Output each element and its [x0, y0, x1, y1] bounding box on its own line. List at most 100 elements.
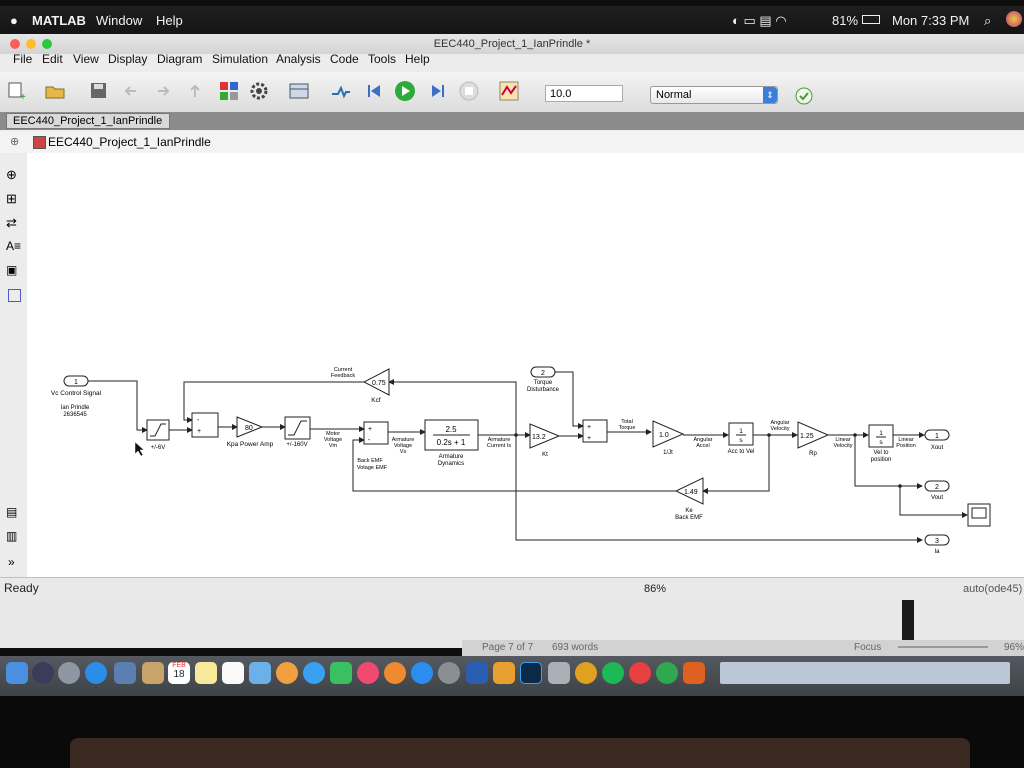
- step-back-icon[interactable]: [364, 80, 386, 102]
- word-icon[interactable]: [466, 662, 488, 684]
- system-preferences-icon[interactable]: [438, 662, 460, 684]
- reminders-icon[interactable]: [222, 662, 244, 684]
- zoom-window-button[interactable]: [42, 39, 52, 49]
- area-icon[interactable]: [8, 289, 21, 302]
- stop-time-input[interactable]: 10.0: [545, 85, 623, 102]
- status-icons[interactable]: ◐ ▭ ▤ ◠: [732, 13, 787, 29]
- notes-icon[interactable]: [195, 662, 217, 684]
- checkmark-status-icon[interactable]: [794, 86, 816, 108]
- forward-arrow-icon[interactable]: [152, 80, 174, 102]
- menu-diagram[interactable]: Diagram: [157, 52, 202, 66]
- int2-numerator: 1: [879, 430, 883, 437]
- fit-to-view-icon[interactable]: ⊞: [6, 191, 17, 207]
- tab-model[interactable]: EEC440_Project_1_IanPrindle: [6, 113, 170, 129]
- photoshop-icon[interactable]: [520, 662, 542, 684]
- model-explorer-icon[interactable]: [288, 80, 310, 102]
- photos-icon[interactable]: [276, 662, 298, 684]
- save-icon[interactable]: [88, 80, 110, 102]
- close-window-button[interactable]: [10, 39, 20, 49]
- outport-2-number: 2: [935, 484, 939, 491]
- expand-icon[interactable]: »: [8, 555, 15, 569]
- breadcrumb-model[interactable]: EEC440_Project_1_IanPrindle: [48, 135, 211, 149]
- up-arrow-icon[interactable]: [184, 80, 206, 102]
- app-icon[interactable]: [629, 662, 651, 684]
- minimize-window-button[interactable]: [26, 39, 36, 49]
- siri-dock-icon[interactable]: [32, 662, 54, 684]
- facetime-icon[interactable]: [330, 662, 352, 684]
- status-solver[interactable]: auto(ode45): [963, 583, 1022, 595]
- simulation-mode-select[interactable]: Normal ⇕: [650, 86, 778, 104]
- menu-simulation[interactable]: Simulation: [212, 52, 268, 66]
- open-folder-icon[interactable]: [44, 80, 66, 102]
- menu-file[interactable]: File: [13, 52, 32, 66]
- word-zoom: 96%: [1004, 642, 1024, 653]
- ibooks-icon[interactable]: [384, 662, 406, 684]
- image-icon[interactable]: ▣: [6, 263, 17, 277]
- itunes-icon[interactable]: [357, 662, 379, 684]
- run-simulation-button[interactable]: [394, 80, 416, 102]
- mouse-pointer-icon: [134, 441, 145, 457]
- step-forward-icon[interactable]: [426, 80, 448, 102]
- contacts-icon[interactable]: [142, 662, 164, 684]
- pages-icon[interactable]: [493, 662, 515, 684]
- new-model-icon[interactable]: +: [6, 80, 28, 103]
- spotify-icon[interactable]: [602, 662, 624, 684]
- app-menu-matlab[interactable]: MATLAB: [32, 13, 86, 28]
- minimized-windows[interactable]: [720, 662, 1010, 684]
- word-zoom-slider[interactable]: [898, 646, 988, 648]
- label-vm: Vm: [329, 443, 338, 449]
- menu-display[interactable]: Display: [108, 52, 147, 66]
- label-feedback: Feedback: [331, 373, 355, 379]
- safari-icon[interactable]: [85, 662, 107, 684]
- messages-icon[interactable]: [303, 662, 325, 684]
- spotlight-search-icon[interactable]: ⌕: [984, 13, 991, 29]
- int2-label-1: Vel to: [873, 450, 889, 456]
- calendar-icon[interactable]: FEB 18: [168, 662, 190, 684]
- menu-view[interactable]: View: [73, 52, 99, 66]
- gain-kcf-value: 0.75: [372, 380, 386, 387]
- sum-feedback-block: [191, 412, 219, 438]
- tf-label-dynamics: Dynamics: [438, 461, 464, 467]
- menu-code[interactable]: Code: [330, 52, 359, 66]
- annotation-icon[interactable]: A≡: [6, 239, 21, 253]
- menu-help-simulink[interactable]: Help: [405, 52, 430, 66]
- menu-window[interactable]: Window: [96, 13, 142, 28]
- menu-tools[interactable]: Tools: [368, 52, 396, 66]
- battery-icon[interactable]: [862, 15, 880, 24]
- model-canvas[interactable]: 1 Vc Control Signal Ian Prindle 2636545 …: [27, 153, 1024, 577]
- word-focus[interactable]: Focus: [854, 642, 881, 653]
- signal-builder-icon[interactable]: [330, 80, 352, 102]
- gain-ke-value: 1.49: [684, 489, 698, 496]
- menu-analysis[interactable]: Analysis: [276, 52, 321, 66]
- stop-simulation-button[interactable]: [458, 80, 480, 102]
- matlab-icon[interactable]: [683, 662, 705, 684]
- siri-icon[interactable]: [1006, 11, 1022, 27]
- arrow-icon[interactable]: ⇄: [6, 215, 17, 231]
- finder-icon[interactable]: [6, 662, 28, 684]
- inport-1-label: Vc Control Signal: [51, 390, 102, 397]
- apple-icon[interactable]: ●: [10, 13, 18, 28]
- battery-percent[interactable]: 81%: [832, 13, 858, 28]
- preview-icon[interactable]: [548, 662, 570, 684]
- mail-icon[interactable]: [114, 662, 136, 684]
- app-store-icon[interactable]: [411, 662, 433, 684]
- gain-kcf-label: Kcf: [371, 397, 381, 404]
- block-diagram: 1 Vc Control Signal Ian Prindle 2636545 …: [51, 366, 991, 555]
- maps-icon[interactable]: [249, 662, 271, 684]
- menu-help[interactable]: Help: [156, 13, 183, 28]
- inport-2-number: 2: [541, 370, 545, 377]
- library-browser-icon[interactable]: [218, 80, 240, 102]
- clock[interactable]: Mon 7:33 PM: [892, 13, 969, 28]
- zoom-icon[interactable]: ⊕: [6, 167, 17, 183]
- gain-inv-jt-label: 1/Jt: [663, 450, 673, 456]
- scope-data-inspector-icon[interactable]: [498, 80, 520, 102]
- property-inspector-icon[interactable]: ▥: [6, 529, 17, 543]
- back-arrow-icon[interactable]: [120, 80, 142, 102]
- chrome-icon[interactable]: [575, 662, 597, 684]
- launchpad-icon[interactable]: [58, 662, 80, 684]
- globe-app-icon[interactable]: [656, 662, 678, 684]
- screenshot-icon[interactable]: ▤: [6, 505, 17, 519]
- model-config-gear-icon[interactable]: [248, 80, 270, 102]
- hide-explorer-bar-icon[interactable]: ⊕: [10, 135, 19, 148]
- menu-edit[interactable]: Edit: [42, 52, 63, 66]
